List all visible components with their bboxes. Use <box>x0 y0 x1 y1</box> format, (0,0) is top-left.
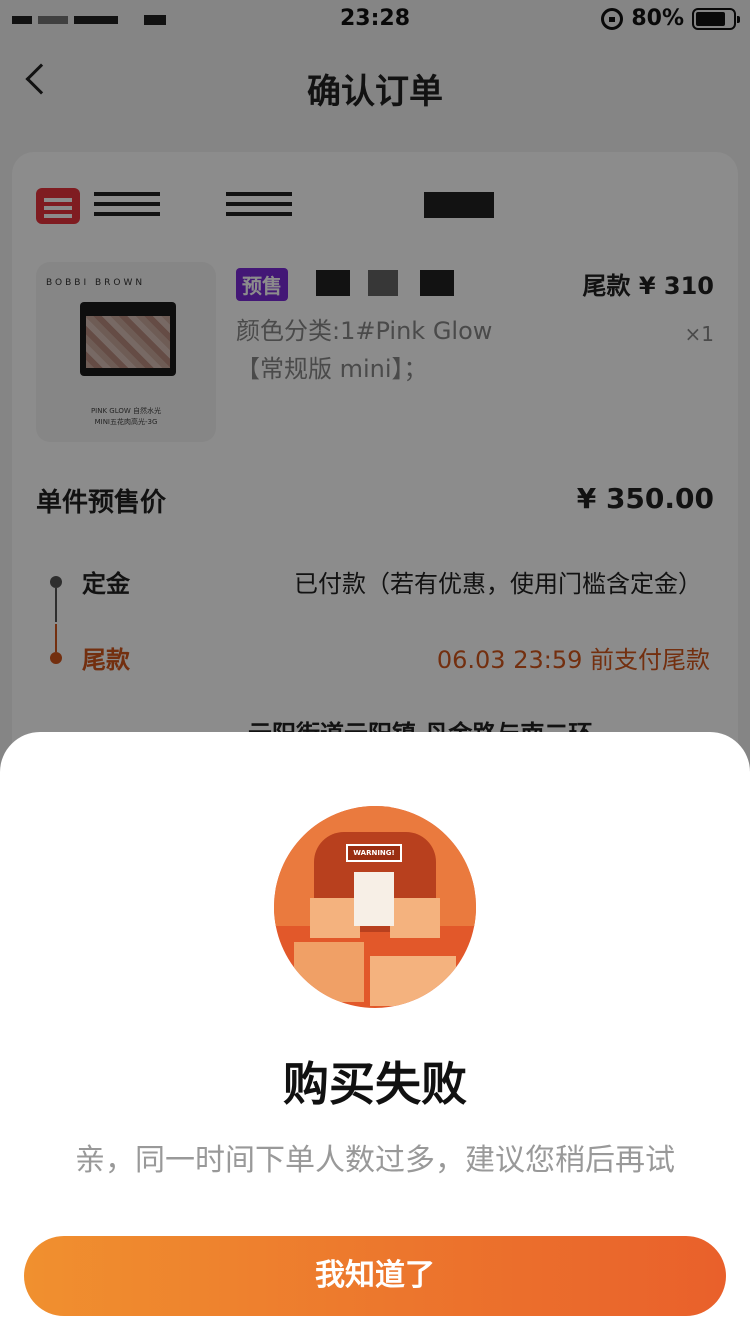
acknowledge-button[interactable]: 我知道了 <box>24 1236 726 1316</box>
failure-message: 亲，同一时间下单人数过多，建议您稍后再试 <box>75 1143 675 1178</box>
purchase-failed-sheet: WARNING! 购买失败 亲，同一时间下单人数过多，建议您稍后再试 我知道了 <box>0 732 750 1334</box>
warning-sign: WARNING! <box>346 844 402 862</box>
failure-title: 购买失败 <box>283 1057 467 1111</box>
warning-truck-illustration: WARNING! <box>274 806 476 1008</box>
